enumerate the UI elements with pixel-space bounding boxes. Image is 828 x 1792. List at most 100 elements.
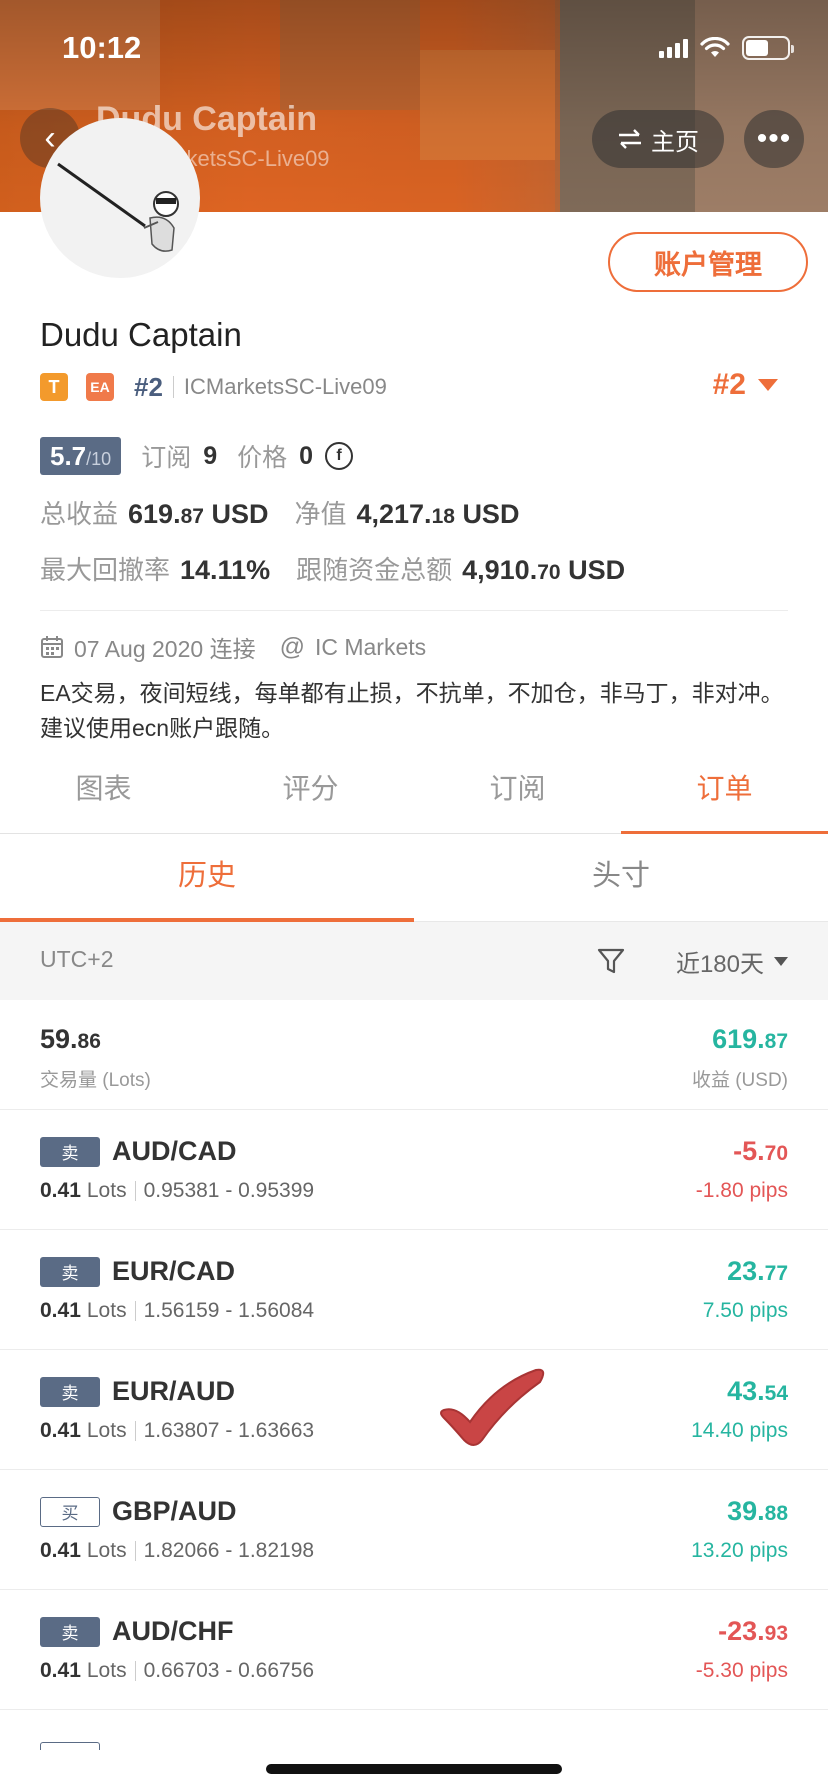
order-pair: EUR/AUD	[112, 1376, 236, 1406]
coin-icon: f	[325, 442, 354, 470]
next-row-hint	[40, 1742, 100, 1750]
total-profit-value: 619.87 USD	[128, 499, 269, 529]
order-row[interactable]: 卖 AUD/CHF 0.41 Lots 0.66703 - 0.66756 -23.9…	[0, 1590, 828, 1710]
filter-bar: UTC+2 近180天	[0, 922, 828, 1000]
order-lots: 0.41	[40, 1299, 81, 1322]
drawdown-row: 最大回撤率 14.11% 跟随资金总额 4,910.70 USD	[40, 550, 625, 587]
score-max: /10	[86, 449, 112, 469]
calendar-icon	[41, 636, 63, 658]
drawdown-label: 最大回撤率	[40, 555, 171, 585]
tab-subscribe[interactable]: 订阅	[414, 758, 621, 833]
order-profit: 43.54	[727, 1376, 788, 1406]
order-pair: AUD/CHF	[112, 1616, 234, 1646]
subscribe-label: 订阅	[141, 444, 192, 472]
order-subtabs: 历史 头寸	[0, 834, 828, 922]
filter-icon[interactable]	[596, 946, 626, 976]
score-badge: 5.7/10	[40, 437, 122, 475]
signal-icon	[659, 38, 688, 58]
checkmark-icon	[440, 1368, 545, 1446]
trader-tags: T EA #2 ICMarketsSC-Live09	[40, 370, 387, 404]
order-lots: 0.41	[40, 1179, 81, 1202]
caret-down-icon	[774, 957, 788, 966]
order-pips: 7.50 pips	[702, 1299, 788, 1322]
score-value: 5.7	[50, 441, 87, 471]
total-profit-label: 收益 (USD)	[691, 1070, 788, 1091]
status-icons	[659, 36, 794, 60]
account-switcher[interactable]: #2	[713, 368, 778, 402]
at-icon: @	[279, 632, 305, 661]
order-pips: 13.20 pips	[691, 1539, 788, 1562]
lots-unit: Lots	[86, 1179, 127, 1202]
wifi-icon	[700, 37, 730, 57]
avatar	[40, 118, 200, 278]
equity-value: 4,217.18 USD	[356, 499, 520, 529]
order-price-range: 0.95381 - 0.95399	[143, 1179, 315, 1202]
price-label: 价格	[237, 444, 288, 472]
order-price-range: 1.63807 - 1.63663	[143, 1419, 315, 1442]
order-lots: 0.41	[40, 1539, 81, 1562]
price-value: 0	[299, 441, 314, 470]
tag-t-badge: T	[40, 373, 68, 401]
tag-ea-badge: EA	[86, 373, 114, 401]
order-row[interactable]: 卖 EUR/CAD 0.41 Lots 1.56159 - 1.56084 23.77…	[0, 1230, 828, 1350]
subtab-history[interactable]: 历史	[0, 834, 414, 922]
subtab-positions[interactable]: 头寸	[414, 834, 828, 921]
account-rank: #2	[134, 371, 163, 402]
tab-orders[interactable]: 订单	[621, 758, 828, 834]
home-button[interactable]: 主页	[592, 110, 724, 168]
status-time: 10:12	[62, 30, 142, 65]
sell-badge: 卖	[40, 1136, 100, 1167]
order-pips: -5.30 pips	[695, 1659, 788, 1682]
order-row[interactable]: 卖 AUD/CAD 0.41 Lots 0.95381 - 0.95399 -5.70…	[0, 1110, 828, 1230]
timezone-label: UTC+2	[40, 946, 114, 972]
orders-summary: 59.86 交易量 (Lots) 619.87 收益 (USD)	[0, 1000, 828, 1110]
order-profit: 39.88	[727, 1496, 788, 1526]
broker-name: IC Markets	[314, 633, 427, 660]
order-price-range: 1.56159 - 1.56084	[143, 1299, 315, 1322]
sell-badge: 卖	[40, 1616, 100, 1647]
follow-funds-label: 跟随资金总额	[296, 555, 453, 585]
server-name: ICMarketsSC-Live09	[183, 374, 387, 399]
order-price-range: 0.66703 - 0.66756	[143, 1659, 315, 1682]
total-profit: 619.87	[712, 1024, 788, 1054]
strategy-description: EA交易，夜间短线，每单都有止损，不抗单，不加仓，非马丁，非对冲。建议使用ecn…	[40, 680, 784, 741]
tab-chart[interactable]: 图表	[0, 758, 207, 833]
period-selector[interactable]: 近180天	[676, 944, 788, 979]
total-lots: 59.86	[40, 1024, 101, 1054]
tab-rating[interactable]: 评分	[207, 758, 414, 833]
score-row: 5.7/10 订阅 9 价格 0 f	[40, 436, 354, 476]
total-profit-label: 总收益	[40, 499, 119, 529]
lots-unit: Lots	[86, 1539, 127, 1562]
caret-down-icon	[758, 379, 778, 391]
meta-row: 07 Aug 2020 连接 @ IC Markets	[40, 630, 426, 664]
order-profit: -5.70	[733, 1136, 788, 1166]
avatar-illustration	[57, 162, 179, 252]
order-pips: -1.80 pips	[695, 1179, 788, 1202]
sell-badge: 卖	[40, 1256, 100, 1287]
lots-unit: Lots	[86, 1419, 127, 1442]
order-lots: 0.41	[40, 1659, 81, 1682]
equity-label: 净值	[294, 499, 347, 529]
follow-funds-value: 4,910.70 USD	[462, 555, 626, 585]
order-row[interactable]: 卖 EUR/AUD 0.41 Lots 1.63807 - 1.63663 43.54…	[0, 1350, 828, 1470]
order-pair: EUR/CAD	[112, 1256, 236, 1286]
sell-badge: 卖	[40, 1376, 100, 1407]
drawdown-value: 14.11%	[180, 555, 271, 585]
order-profit: -23.93	[718, 1616, 788, 1646]
divider	[40, 610, 788, 611]
lots-unit: Lots	[86, 1659, 127, 1682]
subscribe-count: 9	[203, 441, 218, 470]
order-row[interactable]: 买 GBP/AUD 0.41 Lots 1.82066 - 1.82198 39.88…	[0, 1470, 828, 1590]
lots-unit: Lots	[86, 1299, 127, 1322]
order-pips: 14.40 pips	[691, 1419, 788, 1442]
more-button[interactable]: •••	[744, 110, 804, 168]
battery-icon	[742, 36, 794, 60]
account-manage-button[interactable]: 账户管理	[608, 232, 808, 292]
order-pair: GBP/AUD	[112, 1496, 237, 1526]
profit-row: 总收益 619.87 USD 净值 4,217.18 USD	[40, 494, 519, 531]
home-indicator	[266, 1764, 562, 1774]
connect-date: 07 Aug 2020 连接	[74, 636, 256, 662]
account-switcher-label: #2	[712, 368, 746, 401]
total-lots-label: 交易量 (Lots)	[40, 1070, 151, 1091]
order-lots: 0.41	[40, 1419, 81, 1442]
